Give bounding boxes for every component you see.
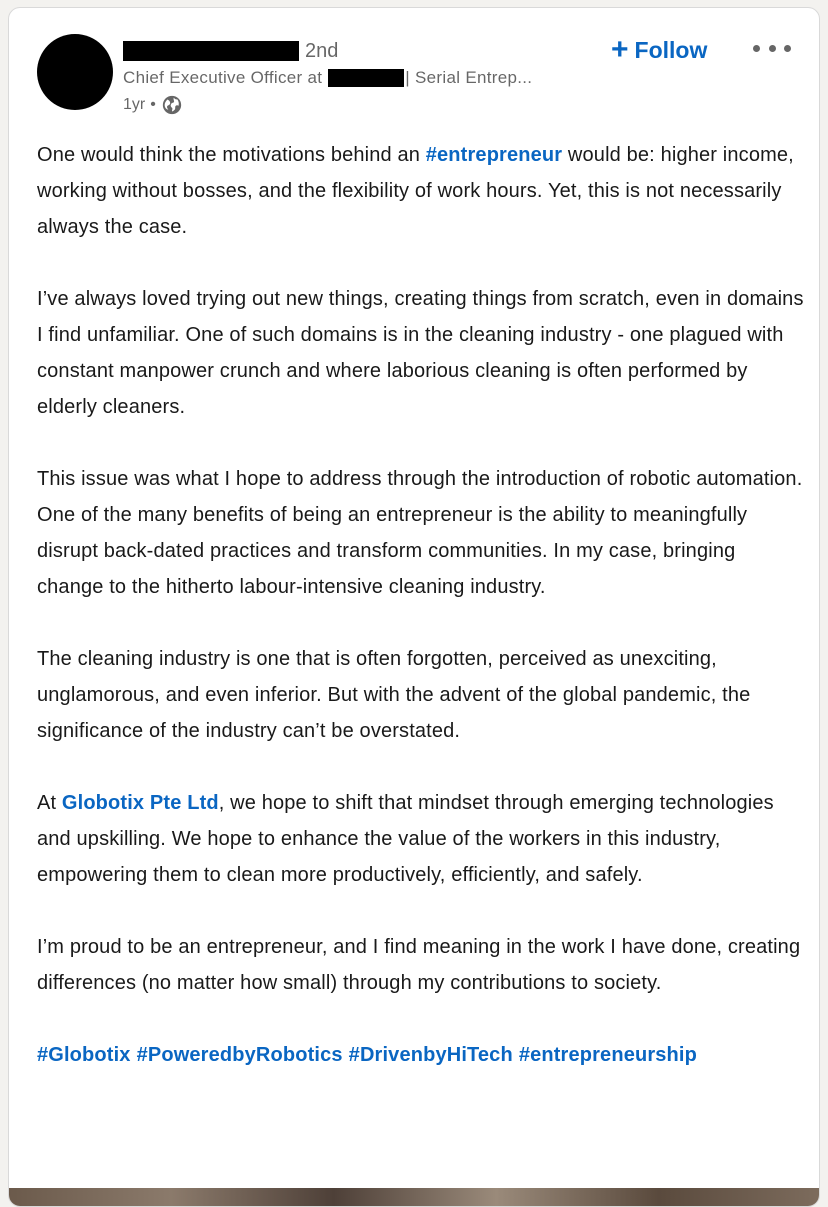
ellipsis-dot bbox=[784, 44, 791, 52]
company-mention-link[interactable]: Globotix Pte Ltd bbox=[62, 792, 219, 814]
hashtag-link[interactable]: #PoweredbyRobotics bbox=[137, 1044, 343, 1066]
meta-separator: • bbox=[150, 96, 156, 113]
author-headline: Chief Executive Officer at | Serial Entr… bbox=[123, 68, 532, 88]
post-paragraph-2: I’ve always loved trying out new things,… bbox=[37, 288, 804, 418]
hashtag-link[interactable]: #entrepreneurship bbox=[519, 1044, 697, 1066]
post-time[interactable]: 1yr bbox=[123, 96, 145, 114]
hashtag-link[interactable]: #DrivenbyHiTech bbox=[349, 1044, 513, 1066]
follow-button[interactable]: + Follow bbox=[611, 35, 707, 65]
post-paragraph-6: I’m proud to be an entrepreneur, and I f… bbox=[37, 936, 801, 994]
author-name-redacted[interactable] bbox=[123, 41, 299, 61]
author-name-row: 2nd bbox=[123, 38, 338, 64]
headline-prefix: Chief Executive Officer at bbox=[123, 68, 323, 87]
post-meta: 1yr • bbox=[123, 94, 183, 116]
ellipsis-dot bbox=[768, 44, 776, 52]
hashtag-row: #Globotix #PoweredbyRobotics #DrivenbyHiTe… bbox=[37, 1037, 807, 1073]
connection-degree: 2nd bbox=[305, 39, 339, 62]
hashtag-link[interactable]: #Globotix bbox=[37, 1044, 131, 1066]
ellipsis-dot bbox=[753, 44, 760, 52]
headline-suffix: | Serial Entrep... bbox=[405, 68, 533, 87]
follow-label: Follow bbox=[634, 36, 708, 63]
text-run: At bbox=[37, 792, 62, 814]
plus-icon: + bbox=[611, 33, 629, 66]
post-body: One would think the motivations behind a… bbox=[37, 137, 807, 1073]
ellipsis-icon[interactable] bbox=[753, 38, 791, 58]
post-paragraph-5: At Globotix Pte Ltd, we hope to shift th… bbox=[37, 785, 807, 893]
hashtag-entrepreneur-link[interactable]: #entrepreneur bbox=[426, 144, 562, 166]
post-card: 2nd Chief Executive Officer at | Serial … bbox=[8, 7, 820, 1207]
author-avatar[interactable] bbox=[37, 34, 113, 110]
post-image-preview[interactable] bbox=[9, 1188, 819, 1206]
post-paragraph-1: One would think the motivations behind a… bbox=[37, 137, 807, 245]
globe-icon bbox=[161, 94, 183, 116]
post-paragraph-4: The cleaning industry is one that is oft… bbox=[37, 648, 751, 742]
company-redacted bbox=[328, 69, 405, 87]
post-paragraph-3: This issue was what I hope to address th… bbox=[37, 468, 803, 598]
text-run: One would think the motivations behind a… bbox=[37, 144, 426, 166]
